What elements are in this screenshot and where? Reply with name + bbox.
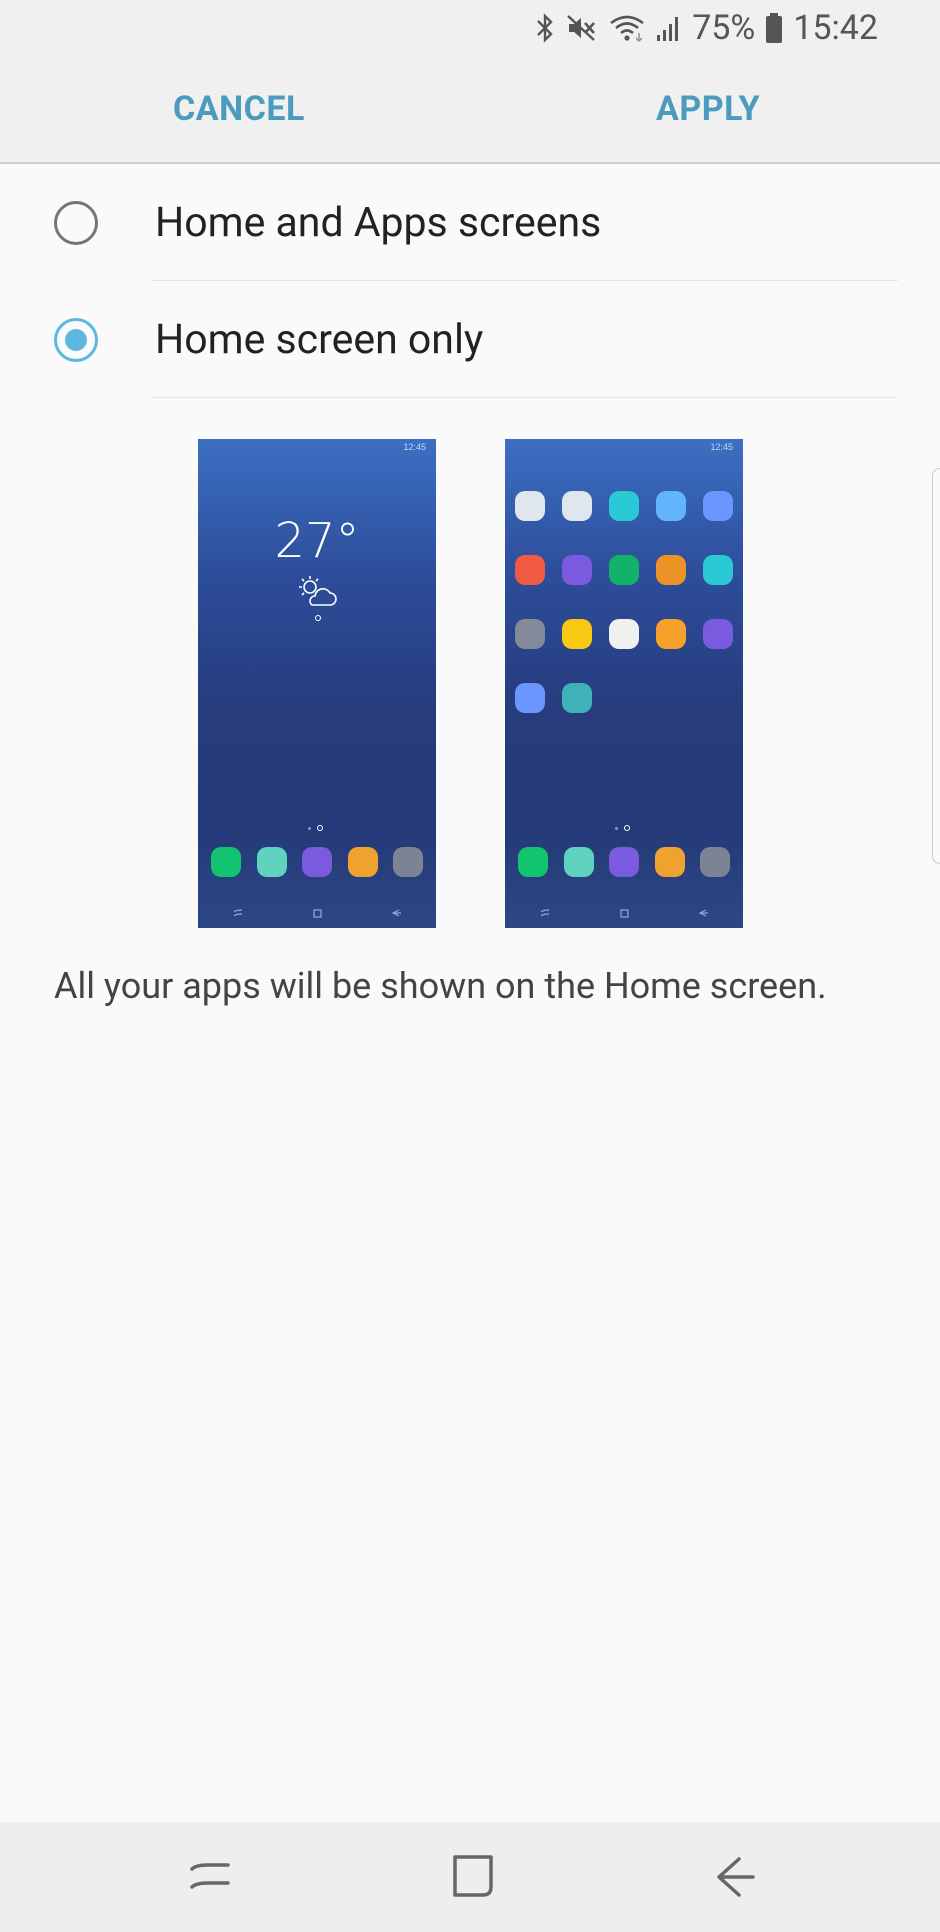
app-icon xyxy=(256,847,287,877)
preview-status-time: 12:45 xyxy=(710,442,733,452)
preview-status-bar: 12:45 xyxy=(403,442,426,452)
app-icon xyxy=(515,555,545,585)
app-icon xyxy=(609,555,639,585)
page-indicator xyxy=(308,825,323,831)
apply-button[interactable]: APPLY xyxy=(656,56,760,162)
app-icon xyxy=(211,847,241,877)
preview-nav-bar xyxy=(198,898,436,928)
home-icon xyxy=(620,909,629,918)
preview-nav-bar xyxy=(505,898,743,928)
app-icon xyxy=(562,619,592,649)
preview-status-bar: 12:45 xyxy=(710,442,733,452)
divider xyxy=(152,280,898,281)
app-icon xyxy=(518,847,548,877)
app-icon xyxy=(562,683,592,713)
option-home-screen-only[interactable]: Home screen only xyxy=(0,282,940,398)
option-label: Home and Apps screens xyxy=(155,199,602,247)
radio-button-unchecked[interactable] xyxy=(54,201,98,245)
app-icon xyxy=(515,683,545,713)
home-icon xyxy=(313,909,322,918)
app-icon xyxy=(703,491,733,521)
preview-dock xyxy=(518,847,730,877)
battery-percent: 75% xyxy=(692,8,756,48)
signal-icon xyxy=(657,17,679,41)
app-icon xyxy=(609,619,639,649)
option-home-and-apps[interactable]: Home and Apps screens xyxy=(0,165,940,281)
battery-icon xyxy=(766,13,783,43)
preview-dock xyxy=(211,847,423,877)
app-icon xyxy=(703,555,733,585)
app-icon xyxy=(562,555,592,585)
apps-screen-preview: 12:45 xyxy=(505,439,743,928)
option-label: Home screen only xyxy=(155,316,484,364)
mute-icon xyxy=(567,15,596,41)
app-icon xyxy=(609,491,639,521)
app-icon xyxy=(515,491,545,521)
app-icon xyxy=(656,619,686,649)
app-icon xyxy=(515,619,545,649)
app-icon xyxy=(302,847,332,877)
app-icon xyxy=(347,847,378,877)
back-icon xyxy=(698,909,708,917)
back-icon xyxy=(391,909,401,917)
status-time: 15:42 xyxy=(793,8,878,48)
back-icon[interactable] xyxy=(705,1847,765,1907)
cancel-button[interactable]: CANCEL xyxy=(173,56,305,162)
divider xyxy=(152,397,898,398)
recents-icon xyxy=(540,909,550,917)
navigation-bar xyxy=(0,1822,940,1932)
weather-temperature: 27° xyxy=(274,513,360,569)
page-indicator xyxy=(615,825,630,831)
app-icon xyxy=(700,847,730,877)
action-bar: CANCEL APPLY xyxy=(0,56,940,164)
home-screen-preview: 12:45 27° xyxy=(198,439,436,928)
recents-icon xyxy=(233,909,243,917)
app-icon xyxy=(656,555,686,585)
app-icon xyxy=(703,619,733,649)
edge-panel-handle[interactable] xyxy=(932,468,940,864)
radio-button-checked[interactable] xyxy=(54,318,98,362)
app-icon xyxy=(654,847,685,877)
status-bar: 75% 15:42 xyxy=(0,0,940,56)
bluetooth-icon xyxy=(537,13,553,43)
wifi-icon xyxy=(610,15,644,43)
partly-cloudy-icon xyxy=(299,576,337,606)
app-icon xyxy=(562,491,592,521)
app-icon xyxy=(393,847,423,877)
app-icon xyxy=(609,847,639,877)
weather-dot xyxy=(315,615,321,621)
recents-icon[interactable] xyxy=(180,1847,240,1907)
app-grid xyxy=(515,491,733,713)
description-text: All your apps will be shown on the Home … xyxy=(54,965,827,1007)
preview-status-time: 12:45 xyxy=(403,442,426,452)
home-icon[interactable] xyxy=(443,1847,503,1907)
status-icons: 75% 15:42 xyxy=(534,8,878,48)
app-icon xyxy=(563,847,594,877)
app-icon xyxy=(656,491,686,521)
